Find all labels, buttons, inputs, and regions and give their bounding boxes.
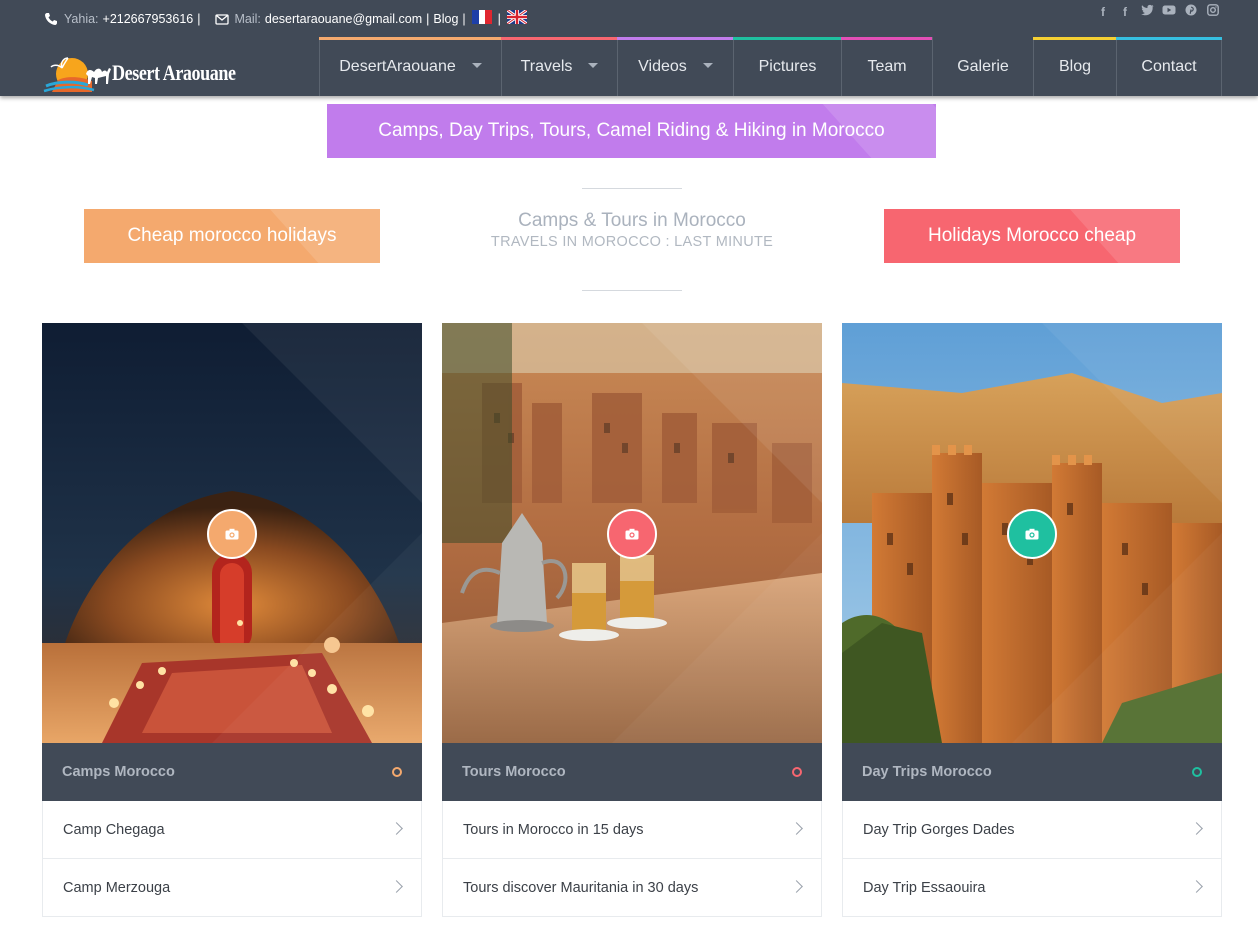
nav-item-desertaraouane[interactable]: DesertAraouane xyxy=(319,37,502,96)
nav-item-videos[interactable]: Videos xyxy=(617,37,734,96)
camera-icon[interactable] xyxy=(607,509,657,559)
chevron-right-icon xyxy=(1190,880,1203,893)
mail-label: Mail: xyxy=(234,12,261,26)
separator: | xyxy=(462,12,466,26)
banner-text: Camps, Day Trips, Tours, Camel Riding & … xyxy=(378,120,885,141)
list-item[interactable]: Camp Chegaga xyxy=(42,801,422,859)
caret-down-icon xyxy=(702,63,713,68)
day-trips-card: Day Trips Morocco Day Trip Gorges Dades … xyxy=(842,323,1222,943)
chevron-right-icon xyxy=(390,880,403,893)
caret-down-icon xyxy=(471,63,482,68)
circle-icon xyxy=(1192,767,1202,777)
list-item[interactable]: Day Trip Essaouira xyxy=(842,859,1222,917)
camps-card: Camps Morocco Camp Chegaga Camp Merzouga xyxy=(42,323,422,943)
list-item[interactable]: Day Trip Gorges Dades xyxy=(842,801,1222,859)
chevron-right-icon xyxy=(1190,822,1203,835)
card-title[interactable]: Day Trips Morocco xyxy=(842,743,1222,801)
facebook-icon[interactable]: f xyxy=(1118,4,1132,20)
section-title: Camps & Tours in Morocco xyxy=(518,210,746,231)
site-header: Yahia: +212667953616 | Mail: desertaraou… xyxy=(0,0,1258,96)
card-title[interactable]: Camps Morocco xyxy=(42,743,422,801)
uk-flag-icon[interactable] xyxy=(506,10,527,24)
section-subtitle: TRAVELS IN MOROCCO : LAST MINUTE xyxy=(490,234,774,250)
email-link[interactable]: desertaraouane@gmail.com xyxy=(265,12,422,26)
nav-item-team[interactable]: Team xyxy=(841,37,933,96)
section-heading: Camps & Tours in Morocco TRAVELS IN MORO… xyxy=(432,188,832,291)
cheap-holidays-button[interactable]: Cheap morocco holidays xyxy=(84,209,380,263)
tours-card: Tours Morocco Tours in Morocco in 15 day… xyxy=(442,323,822,943)
mail-icon xyxy=(214,14,229,25)
french-flag-icon[interactable] xyxy=(471,10,492,24)
list-item[interactable]: Tours discover Mauritania in 30 days xyxy=(442,859,822,917)
camera-icon[interactable] xyxy=(207,509,257,559)
divider xyxy=(582,188,682,189)
instagram-icon[interactable] xyxy=(1206,4,1220,20)
promo-banner[interactable]: Camps, Day Trips, Tours, Camel Riding & … xyxy=(327,104,936,158)
site-logo[interactable]: Desert Araouane xyxy=(42,54,242,96)
divider xyxy=(582,290,682,291)
pinterest-icon[interactable] xyxy=(1184,4,1198,20)
separator: | xyxy=(197,12,201,26)
circle-icon xyxy=(392,767,402,777)
card-title[interactable]: Tours Morocco xyxy=(442,743,822,801)
camel-sun-logo-icon xyxy=(43,57,111,93)
phone-number[interactable]: +212667953616 xyxy=(103,12,194,26)
separator: | xyxy=(497,12,501,26)
facebook-icon[interactable]: f xyxy=(1096,4,1110,20)
youtube-icon[interactable] xyxy=(1162,4,1176,20)
social-links: f f xyxy=(1096,4,1220,20)
chevron-right-icon xyxy=(790,880,803,893)
chevron-right-icon xyxy=(790,822,803,835)
camera-icon[interactable] xyxy=(1007,509,1057,559)
chevron-right-icon xyxy=(390,822,403,835)
nav-item-blog[interactable]: Blog xyxy=(1033,37,1117,96)
phone-icon xyxy=(45,13,57,25)
logo-text: Desert Araouane xyxy=(112,60,236,85)
contact-label: Yahia: xyxy=(64,12,99,26)
blog-link[interactable]: Blog xyxy=(433,12,458,26)
contact-bar: Yahia: +212667953616 | Mail: desertaraou… xyxy=(44,8,529,30)
nav-item-galerie[interactable]: Galerie xyxy=(932,37,1033,96)
twitter-icon[interactable] xyxy=(1140,4,1154,20)
holidays-cheap-button[interactable]: Holidays Morocco cheap xyxy=(884,209,1180,263)
main-nav: DesertAraouane Travels Videos Pictures T… xyxy=(319,37,1222,96)
nav-item-contact[interactable]: Contact xyxy=(1116,37,1222,96)
caret-down-icon xyxy=(588,63,599,68)
separator: | xyxy=(426,12,430,26)
list-item[interactable]: Tours in Morocco in 15 days xyxy=(442,801,822,859)
nav-item-pictures[interactable]: Pictures xyxy=(733,37,842,96)
list-item[interactable]: Camp Merzouga xyxy=(42,859,422,917)
nav-item-travels[interactable]: Travels xyxy=(501,37,618,96)
circle-icon xyxy=(792,767,802,777)
